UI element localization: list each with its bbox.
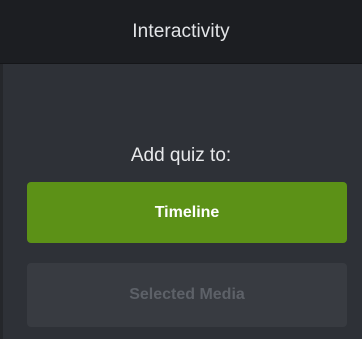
timeline-button[interactable]: Timeline [27, 182, 347, 243]
panel-title: Interactivity [132, 20, 230, 42]
panel-left-edge [0, 64, 3, 339]
selected-media-button-label: Selected Media [129, 286, 245, 303]
add-quiz-label: Add quiz to: [130, 145, 232, 166]
panel-header: Interactivity [0, 0, 362, 64]
interactivity-panel: Interactivity Add quiz to: Timeline Sele… [0, 0, 362, 339]
selected-media-button[interactable]: Selected Media [27, 263, 347, 327]
timeline-button-label: Timeline [154, 203, 220, 221]
